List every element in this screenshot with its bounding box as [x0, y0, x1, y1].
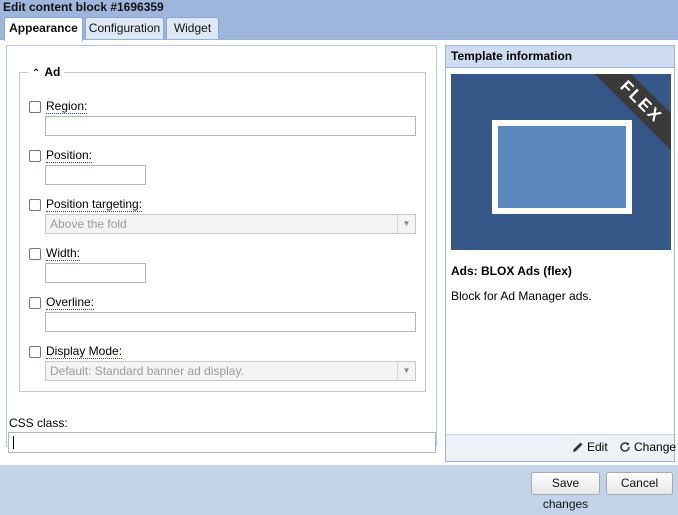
- region-row: Region:: [29, 99, 88, 115]
- tab-widget[interactable]: Widget: [166, 17, 219, 39]
- position-row: Position:: [29, 148, 93, 164]
- display-mode-select[interactable]: Default: Standard banner ad display. ▼: [45, 361, 416, 381]
- text-caret: [13, 436, 14, 449]
- width-label: Width:: [46, 246, 81, 261]
- ad-legend-toggle[interactable]: ⌃ Ad: [28, 65, 64, 79]
- template-description: Block for Ad Manager ads.: [451, 289, 592, 303]
- width-checkbox[interactable]: [29, 248, 41, 260]
- tab-strip: Appearance Configuration Widget: [0, 16, 678, 41]
- dialog-body: ⌃ Ad Region: Position: Position targeting…: [0, 39, 678, 465]
- css-class-input[interactable]: [8, 432, 436, 453]
- ad-fieldset: ⌃ Ad Region: Position: Position targeting…: [19, 65, 426, 392]
- position-targeting-select[interactable]: Above the fold ▼: [45, 214, 416, 234]
- position-targeting-value: Above the fold: [50, 217, 127, 231]
- overline-input[interactable]: [45, 312, 416, 332]
- css-class-label: CSS class:: [9, 416, 68, 430]
- position-checkbox[interactable]: [29, 150, 41, 162]
- region-label: Region:: [46, 99, 88, 114]
- region-input[interactable]: [45, 116, 416, 136]
- display-mode-checkbox[interactable]: [29, 346, 41, 358]
- tab-appearance[interactable]: Appearance: [4, 17, 83, 41]
- template-info-header: Template information: [446, 46, 674, 68]
- change-label: Change: [634, 440, 677, 454]
- position-targeting-row: Position targeting:: [29, 197, 143, 213]
- display-mode-row: Display Mode:: [29, 344, 123, 360]
- screen-frame-graphic: [492, 120, 632, 214]
- overline-checkbox[interactable]: [29, 297, 41, 309]
- edit-template-button[interactable]: Edit: [572, 440, 608, 454]
- dialog-footer: Save changes Cancel: [0, 465, 678, 511]
- display-mode-label: Display Mode:: [46, 344, 123, 359]
- width-input[interactable]: [45, 263, 146, 283]
- dropdown-arrow-icon: ▼: [397, 215, 415, 233]
- position-targeting-label: Position targeting:: [46, 197, 143, 212]
- region-checkbox[interactable]: [29, 101, 41, 113]
- overline-label: Overline:: [46, 295, 95, 310]
- change-template-button[interactable]: Change: [619, 440, 676, 454]
- tab-configuration[interactable]: Configuration: [85, 17, 164, 39]
- cancel-button[interactable]: Cancel: [606, 472, 673, 495]
- chevron-up-icon: ⌃: [32, 68, 41, 79]
- appearance-panel: ⌃ Ad Region: Position: Position targeting…: [6, 45, 437, 447]
- position-targeting-checkbox[interactable]: [29, 199, 41, 211]
- refresh-icon: [620, 442, 630, 452]
- pencil-icon: [573, 442, 583, 452]
- template-name: Ads: BLOX Ads (flex): [451, 264, 572, 278]
- save-changes-button[interactable]: Save changes: [531, 472, 600, 511]
- edit-label: Edit: [587, 440, 608, 454]
- template-info-panel: Template information FLEX Ads: BLOX Ads …: [445, 45, 676, 462]
- template-thumbnail: FLEX: [451, 74, 671, 250]
- window-title: Edit content block #1696359: [0, 0, 678, 16]
- position-input[interactable]: [45, 165, 146, 185]
- template-info-actions: Edit Change: [446, 434, 676, 461]
- width-row: Width:: [29, 246, 81, 262]
- overline-row: Overline:: [29, 295, 95, 311]
- ad-legend-label: Ad: [44, 65, 61, 79]
- dropdown-arrow-icon: ▼: [397, 362, 415, 380]
- display-mode-value: Default: Standard banner ad display.: [50, 364, 244, 378]
- position-label: Position:: [46, 148, 93, 163]
